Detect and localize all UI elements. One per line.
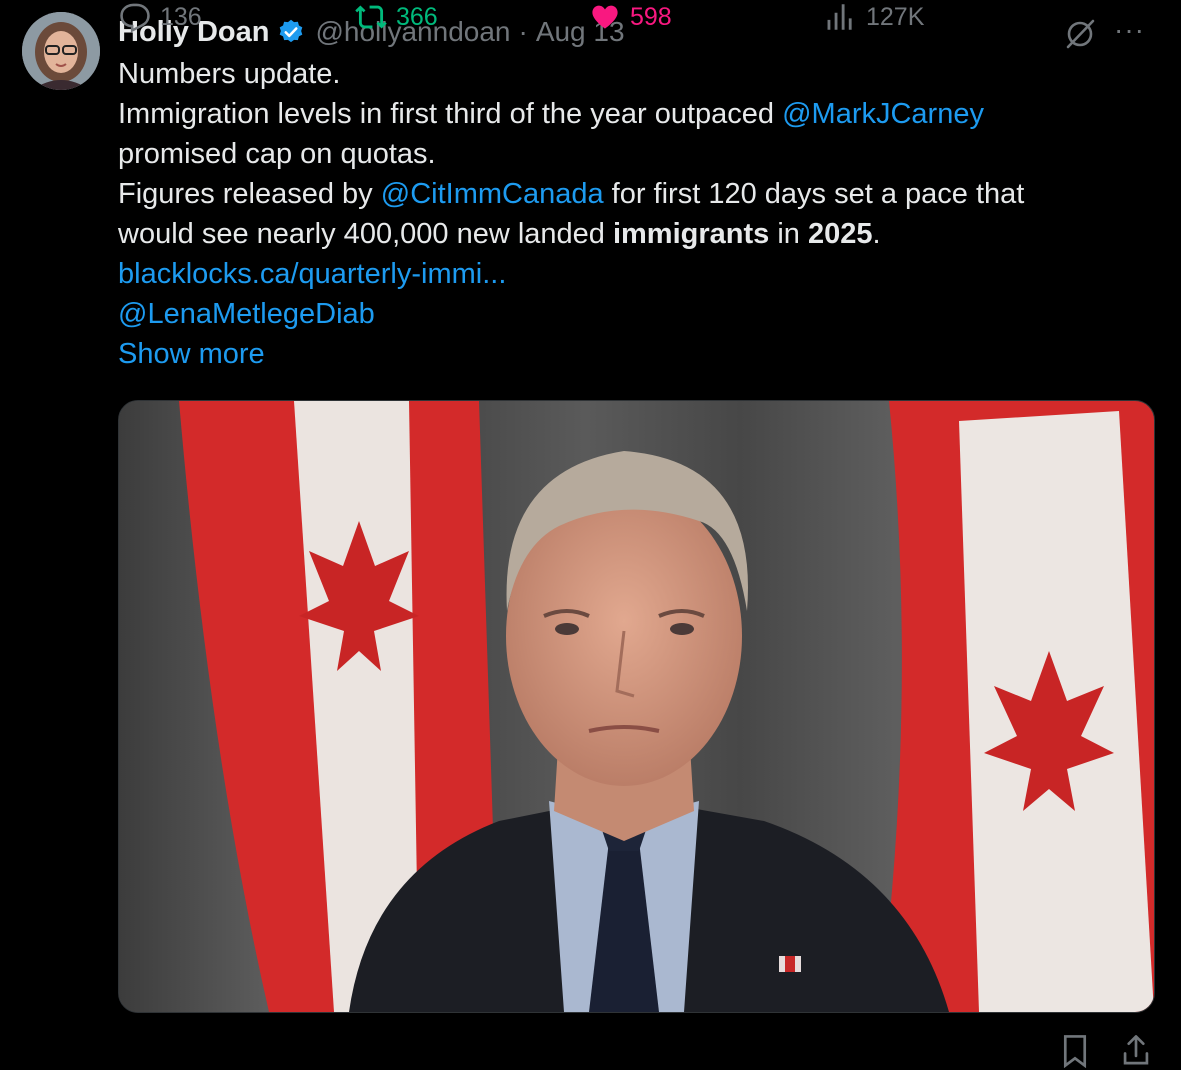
- text-segment: Figures released by: [118, 178, 381, 210]
- mention-citimmcanada[interactable]: @CitImmCanada: [381, 178, 604, 210]
- text-segment: promised cap on quotas.: [118, 138, 436, 170]
- bold-text: immigrants: [612, 218, 770, 250]
- text-line: blacklocks.ca/quarterly-immi...: [118, 254, 1148, 294]
- text-line: Show more: [118, 334, 1148, 374]
- share-icon[interactable]: [1120, 1034, 1152, 1068]
- avatar-image: [22, 12, 100, 90]
- text-line: promised cap on quotas.: [118, 134, 1148, 174]
- repost-icon: [355, 5, 387, 29]
- tweet-media-image[interactable]: [118, 400, 1155, 1013]
- view-count: 127K: [866, 2, 925, 31]
- text-segment: would see nearly 400,000 new landed: [118, 218, 613, 250]
- photo-illustration: [119, 401, 1154, 1012]
- text-segment: .: [872, 218, 881, 250]
- text-line: @LenaMetlegeDiab: [118, 294, 1148, 334]
- text-segment: Immigration levels in first third of the…: [118, 98, 783, 130]
- text-segment: Numbers update.: [118, 58, 341, 90]
- show-more-link[interactable]: Show more: [118, 338, 265, 370]
- grok-icon[interactable]: [1062, 16, 1098, 52]
- header-separator: ·: [518, 16, 528, 47]
- reply-button[interactable]: 136: [118, 0, 202, 34]
- views-button[interactable]: 127K: [824, 0, 924, 34]
- text-line: Immigration levels in first third of the…: [118, 94, 1148, 134]
- mention-markjcarney[interactable]: @MarkJCarney: [782, 98, 984, 130]
- bookmark-icon[interactable]: [1060, 1034, 1090, 1068]
- external-link[interactable]: blacklocks.ca/quarterly-immi...: [118, 258, 506, 290]
- mention-lenametlegediab[interactable]: @LenaMetlegeDiab: [118, 298, 375, 330]
- avatar[interactable]: [22, 12, 100, 90]
- text-segment: in: [769, 218, 808, 250]
- repost-count: 366: [396, 2, 438, 31]
- repost-button[interactable]: 366: [354, 0, 438, 34]
- heart-icon: [592, 5, 618, 29]
- like-count: 598: [630, 2, 672, 31]
- text-line: Figures released by @CitImmCanada for fi…: [118, 174, 1148, 214]
- text-segment: for first 120 days set a pace that: [603, 178, 1025, 210]
- text-line: would see nearly 400,000 new landed immi…: [118, 214, 1148, 254]
- views-icon: [827, 4, 852, 30]
- text-line: Numbers update.: [118, 54, 1148, 94]
- reply-icon: [120, 3, 150, 33]
- bold-text: 2025: [807, 218, 873, 250]
- reply-count: 136: [160, 2, 202, 31]
- tweet-text: Numbers update. Immigration levels in fi…: [118, 54, 1148, 374]
- like-button[interactable]: 598: [588, 0, 672, 34]
- verified-badge-icon: [280, 19, 303, 43]
- more-icon[interactable]: ···: [1114, 14, 1145, 46]
